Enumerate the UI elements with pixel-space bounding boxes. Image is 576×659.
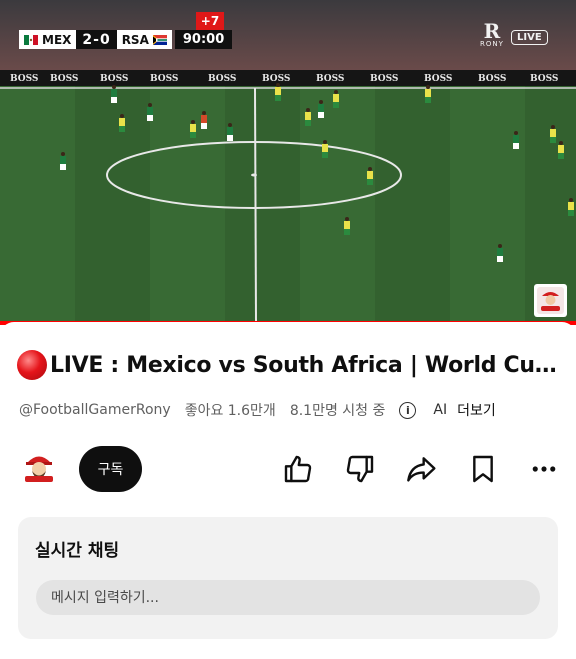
video-meta[interactable]: @FootballGamerRony 좋아요 1.6만개 8.1만명 시청 중 …: [19, 400, 564, 420]
share-icon[interactable]: [404, 452, 438, 486]
sponsor-text-4: BOSS: [208, 74, 236, 84]
red-circle-icon: [17, 350, 47, 380]
south-africa-flag-icon: [152, 34, 167, 45]
home-team: MEX: [19, 30, 77, 49]
ai-label: AI: [433, 402, 448, 418]
scoreboard: MEX 2-0 RSA 90:00: [19, 30, 233, 49]
sponsor-text-2: BOSS: [100, 74, 128, 84]
mexico-flag-icon: [24, 34, 38, 45]
save-icon[interactable]: [466, 452, 500, 486]
thumbs-down-icon[interactable]: [343, 452, 377, 486]
mascot-avatar-icon: [19, 448, 59, 488]
channel-avatar[interactable]: [19, 448, 59, 488]
mascot-icon: [537, 287, 564, 314]
more-link[interactable]: 더보기: [457, 400, 496, 420]
video-player[interactable]: BOSS BOSS BOSS BOSS BOSS BOSS BOSS BOSS BOSS BOSS…: [0, 0, 576, 325]
sponsor-text-0: BOSS: [10, 74, 38, 84]
live-chat-panel[interactable]: 실시간 채팅: [18, 517, 558, 639]
sponsor-text-6: BOSS: [316, 74, 344, 84]
sponsor-text-9: BOSS: [478, 74, 506, 84]
added-time-badge: +7: [196, 12, 224, 30]
sponsor-text-8: BOSS: [424, 74, 452, 84]
home-team-code: MEX: [42, 32, 72, 47]
info-icon: i: [399, 401, 417, 419]
chat-message-input[interactable]: [36, 580, 540, 615]
away-team: RSA: [116, 30, 172, 49]
channel-handle[interactable]: @FootballGamerRony: [19, 402, 171, 418]
channel-watermark: R RONY: [480, 19, 504, 48]
more-icon[interactable]: [527, 452, 561, 486]
watermark-name: RONY: [480, 40, 504, 48]
sponsor-text-7: BOSS: [370, 74, 398, 84]
match-clock: 90:00: [174, 30, 233, 49]
sponsor-text-1: BOSS: [50, 74, 78, 84]
ai-summary-button[interactable]: i AI: [399, 401, 448, 419]
action-bar: 구독: [0, 444, 576, 494]
away-team-code: RSA: [121, 32, 149, 47]
live-chat-title: 실시간 채팅: [35, 541, 120, 561]
sponsor-text-10: BOSS: [530, 74, 558, 84]
sponsor-text-5: BOSS: [262, 74, 290, 84]
viewer-count: 8.1만명 시청 중: [289, 403, 386, 419]
subscribe-button[interactable]: 구독: [79, 446, 142, 492]
score: 2-0: [76, 30, 117, 49]
like-count: 좋아요 1.6만개: [184, 403, 276, 419]
video-title[interactable]: LIVE : Mexico vs South Africa | World Cu…: [50, 353, 562, 378]
title-row[interactable]: LIVE : Mexico vs South Africa | World Cu…: [17, 350, 562, 380]
thumbs-up-icon[interactable]: [281, 452, 315, 486]
sponsor-text-3: BOSS: [150, 74, 178, 84]
live-badge: LIVE: [511, 30, 548, 45]
video-details: LIVE : Mexico vs South Africa | World Cu…: [0, 322, 576, 659]
channel-logo-overlay: [534, 284, 567, 317]
watermark-letter: R: [483, 19, 501, 43]
